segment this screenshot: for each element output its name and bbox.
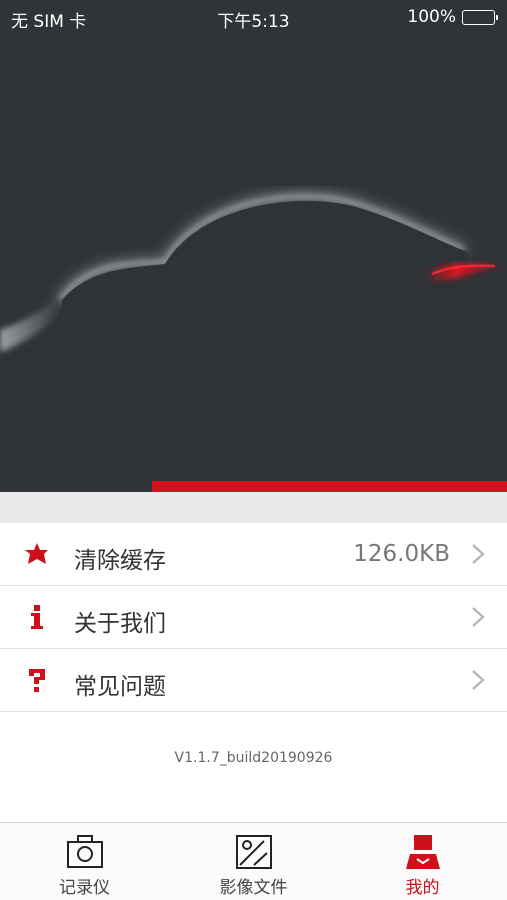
tab-media-files[interactable]: 影像文件 bbox=[169, 823, 338, 900]
tab-label: 影像文件 bbox=[219, 878, 288, 898]
battery-icon bbox=[462, 9, 498, 25]
chevron-right-icon bbox=[472, 607, 485, 627]
menu-item-label: 常见问题 bbox=[74, 674, 166, 700]
settings-menu: 清除缓存 126.0KB 关于我们 常见问题 bbox=[0, 523, 507, 712]
version-label: V1.1.7_build20190926 bbox=[174, 750, 333, 766]
tab-label: 记录仪 bbox=[59, 878, 110, 898]
star-icon bbox=[25, 543, 48, 564]
info-icon bbox=[31, 605, 43, 629]
image-icon bbox=[235, 835, 272, 869]
menu-item-about-us[interactable]: 关于我们 bbox=[0, 586, 507, 649]
camera-icon bbox=[66, 835, 103, 868]
tab-recorder[interactable]: 记录仪 bbox=[0, 823, 169, 900]
hero-banner bbox=[0, 0, 507, 492]
question-icon bbox=[29, 669, 45, 692]
cache-size-value: 126.0KB bbox=[353, 541, 450, 567]
menu-item-clear-cache[interactable]: 清除缓存 126.0KB bbox=[0, 523, 507, 586]
chevron-right-icon bbox=[472, 544, 485, 564]
tab-label: 我的 bbox=[405, 878, 440, 898]
car-silhouette-image bbox=[0, 191, 502, 492]
tab-mine[interactable]: 我的 bbox=[338, 823, 507, 900]
chevron-right-icon bbox=[472, 670, 485, 690]
battery-percent: 100% bbox=[407, 7, 456, 27]
profile-icon bbox=[405, 835, 440, 869]
tab-bar: 记录仪 影像文件 我的 bbox=[0, 822, 507, 900]
hero-accent-bar bbox=[152, 481, 507, 492]
section-separator bbox=[0, 492, 507, 523]
battery-status: 100% bbox=[407, 7, 498, 27]
menu-item-faq[interactable]: 常见问题 bbox=[0, 649, 507, 712]
menu-item-label: 关于我们 bbox=[74, 611, 166, 637]
menu-item-label: 清除缓存 bbox=[74, 548, 166, 574]
status-bar: 无 SIM 卡 下午5:13 100% bbox=[0, 0, 507, 36]
